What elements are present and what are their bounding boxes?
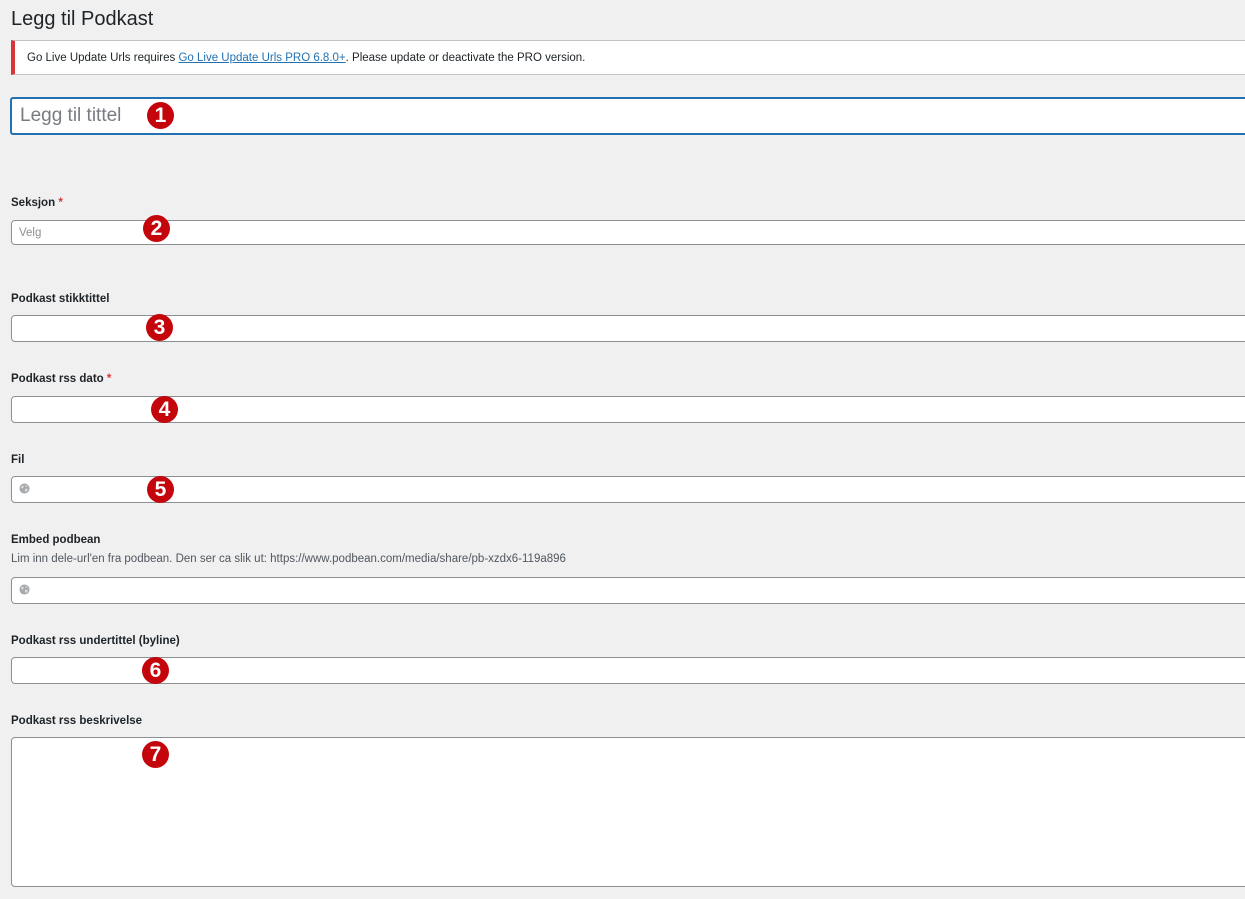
undertittel-input[interactable]: [11, 657, 1245, 684]
notice-text-before: Go Live Update Urls requires: [27, 52, 179, 64]
annotation-marker-3: 3: [146, 314, 173, 341]
seksjon-label: Seksjon *: [11, 196, 63, 210]
fil-url-input[interactable]: [11, 476, 1245, 503]
seksjon-placeholder: Velg: [19, 227, 42, 239]
post-title-input[interactable]: Legg til tittel: [11, 98, 1245, 134]
annotation-marker-6: 6: [142, 657, 169, 684]
globe-icon: [19, 483, 30, 494]
undertittel-label: Podkast rss undertittel (byline): [11, 635, 180, 647]
required-asterisk: *: [106, 373, 112, 385]
stikktittel-input[interactable]: [11, 315, 1245, 342]
error-notice: Go Live Update Urls requires Go Live Upd…: [11, 40, 1245, 75]
annotation-marker-7: 7: [142, 741, 169, 768]
globe-icon: [19, 584, 30, 595]
beskrivelse-textarea[interactable]: [11, 737, 1245, 887]
annotation-marker-2: 2: [143, 215, 170, 242]
embed-url-input[interactable]: [11, 577, 1245, 604]
notice-text-after: . Please update or deactivate the PRO ve…: [345, 52, 586, 64]
rss-dato-input[interactable]: [11, 396, 1245, 423]
fil-label: Fil: [11, 454, 25, 466]
embed-description: Lim inn dele-url'en fra podbean. Den ser…: [11, 553, 566, 565]
embed-label: Embed podbean: [11, 534, 101, 546]
beskrivelse-label: Podkast rss beskrivelse: [11, 715, 143, 727]
rss-dato-label-text: Podkast rss dato: [11, 373, 104, 385]
rss-dato-label: Podkast rss dato *: [11, 372, 111, 386]
page-title: Legg til Podkast: [11, 8, 154, 30]
annotation-marker-4: 4: [151, 396, 178, 423]
seksjon-label-text: Seksjon: [11, 197, 56, 209]
stikktittel-label: Podkast stikktittel: [11, 293, 110, 305]
notice-plugin-link[interactable]: Go Live Update Urls PRO 6.8.0+: [178, 52, 345, 64]
annotation-marker-5: 5: [147, 476, 174, 503]
annotation-marker-1: 1: [147, 102, 174, 129]
seksjon-select[interactable]: Velg: [11, 220, 1245, 245]
required-asterisk: *: [58, 197, 63, 209]
